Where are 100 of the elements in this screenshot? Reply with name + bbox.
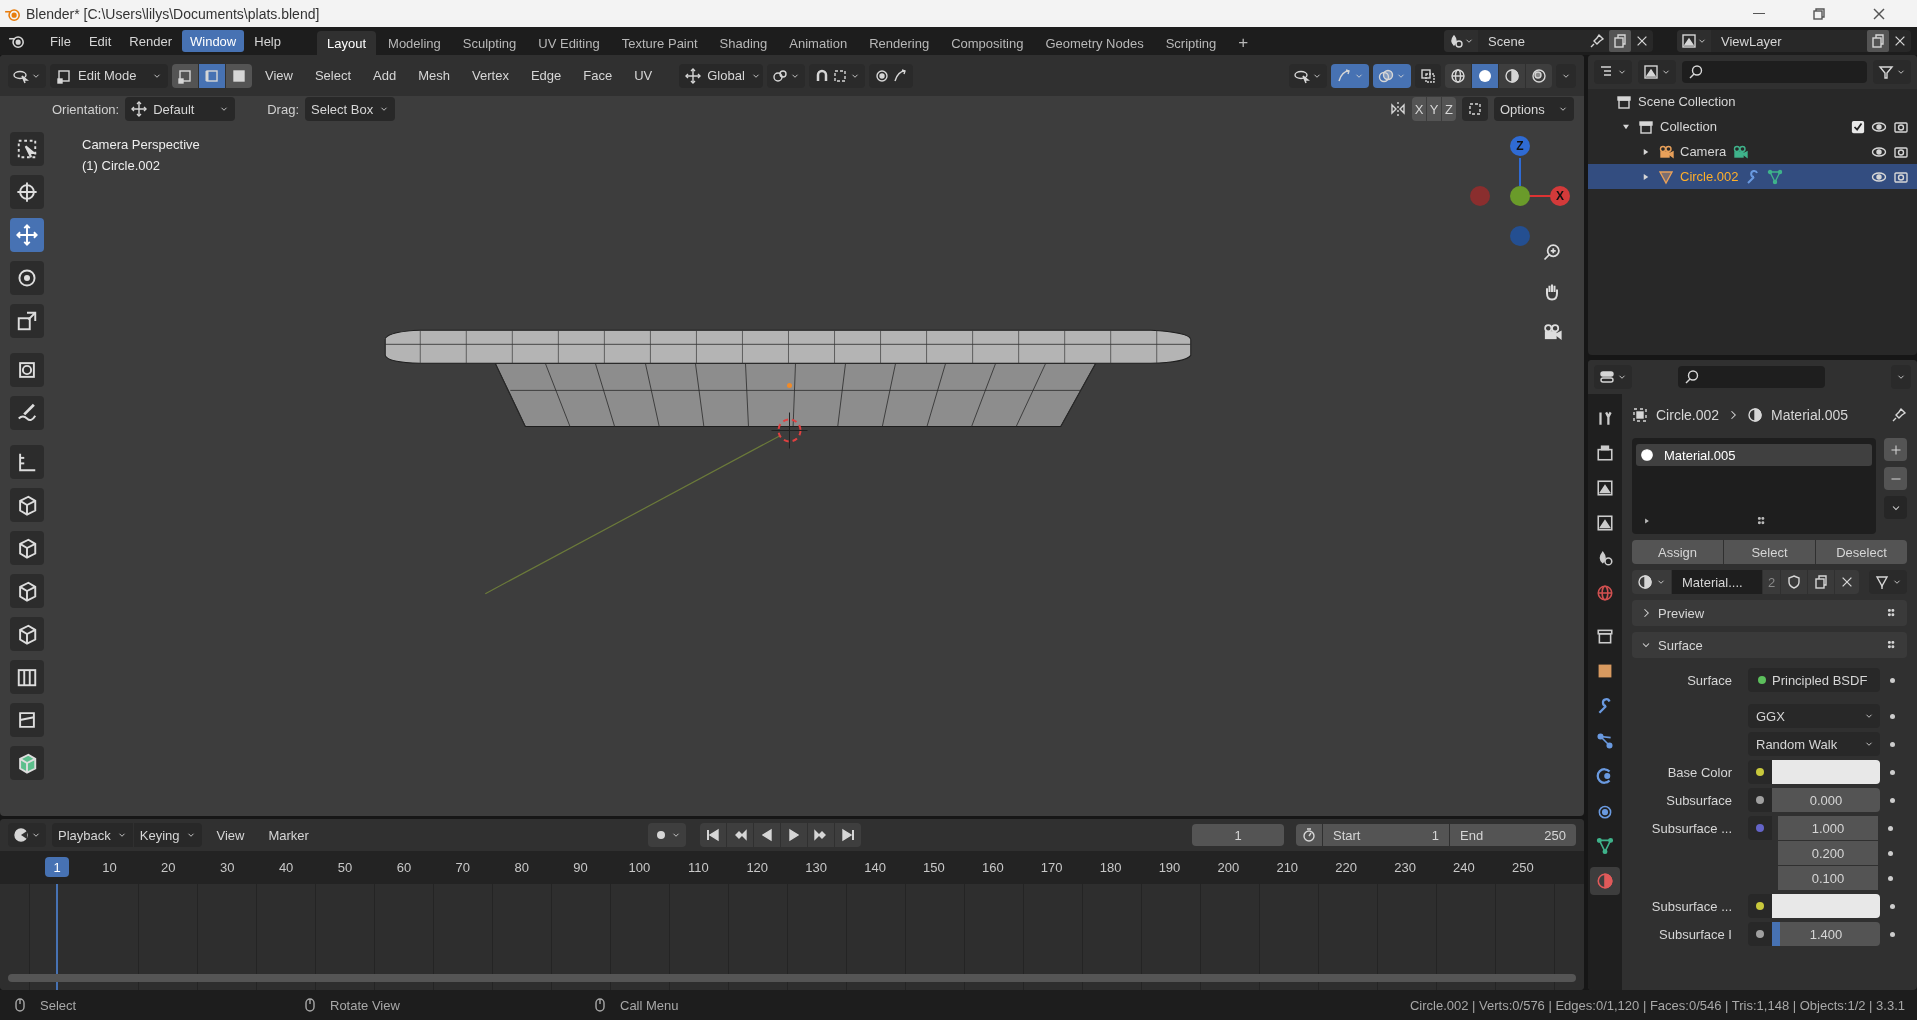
field-label: Subsurface I (1659, 926, 1732, 942)
field-label: Surface (1687, 672, 1732, 688)
dropdown-field[interactable]: GGX (1748, 704, 1880, 728)
frame-number: 20 (160, 860, 177, 875)
workspace-tab[interactable]: Texture Paint (611, 31, 708, 55)
tree-item[interactable]: Scene Collection (1638, 94, 1736, 109)
z-axis-handle[interactable]: Z (1510, 136, 1530, 156)
number-field[interactable]: 0.100 (1778, 866, 1878, 890)
menu-item[interactable]: Marker (259, 823, 318, 847)
shader-dropdown[interactable]: Principled BSDF (1748, 668, 1880, 692)
menu-item[interactable]: Edge (521, 63, 571, 88)
frame-number: 40 (277, 860, 295, 875)
dropdown-field[interactable]: Random Walk (1748, 732, 1880, 756)
frame-number: 150 (922, 860, 946, 875)
tree-item[interactable]: Collection (1660, 119, 1718, 134)
add-workspace-button[interactable]: + (1228, 31, 1259, 55)
orientation-label: Orientation: (52, 101, 120, 117)
menu-item[interactable]: Window (182, 30, 245, 52)
workspace-tab[interactable]: Compositing (941, 31, 1034, 55)
frame-number: 240 (1452, 860, 1476, 875)
menu-item[interactable]: Select (305, 63, 361, 88)
menu-item[interactable]: Face (574, 63, 622, 88)
menu-dropdown[interactable]: Playback (52, 823, 133, 847)
panel-header[interactable]: Surface (1632, 632, 1907, 658)
slot-action-button[interactable]: Select (1724, 540, 1815, 564)
drag-label: Drag: (267, 101, 299, 117)
workspace-tab[interactable]: Modeling (378, 31, 451, 55)
tree-item[interactable]: Camera (1680, 144, 1727, 159)
field-label: Subsurface (1666, 792, 1732, 808)
frame-number: 140 (863, 860, 887, 875)
viewport-info-text: Camera Perspective (82, 137, 200, 152)
field-label: Subsurface ... (1651, 898, 1732, 914)
workspace-tab[interactable]: Sculpting (452, 31, 527, 55)
slot-action-button[interactable]: Assign (1632, 540, 1723, 564)
start-label: Start (1333, 827, 1361, 843)
options-dropdown[interactable]: Options (1494, 97, 1574, 121)
menu-item[interactable]: File (42, 30, 79, 52)
menu-item[interactable]: Render (121, 30, 180, 52)
scene-selector[interactable]: Scene (1444, 30, 1653, 52)
number-field[interactable]: 0.200 (1778, 841, 1878, 865)
frame-number: 110 (687, 860, 710, 875)
transform-orientation-dropdown[interactable]: Default (125, 97, 236, 121)
frame-number: 250 (1510, 860, 1535, 875)
tree-item[interactable]: Circle.002 (1680, 169, 1739, 184)
workspace-tab[interactable]: Scripting (1155, 31, 1227, 55)
orientation-dropdown[interactable]: Global (679, 63, 764, 88)
view-layer-selector[interactable]: ViewLayer (1677, 30, 1911, 52)
number-field[interactable]: 1.000 (1778, 816, 1878, 840)
mode-dropdown[interactable]: Edit Mode (50, 63, 168, 88)
workspace-tab[interactable]: UV Editing (528, 31, 610, 55)
workspace-tab[interactable]: Animation (779, 31, 858, 55)
frame-number: 160 (980, 860, 1005, 875)
frame-number: 10 (101, 860, 118, 875)
workspace-tab[interactable]: Layout (317, 31, 377, 55)
field-label: Base Color (1667, 764, 1732, 780)
axis-toggle[interactable]: Z (1442, 97, 1456, 121)
frame-number: 120 (745, 860, 770, 875)
slider-field[interactable]: 1.400 (1772, 922, 1880, 946)
menu-dropdown[interactable]: Keying (133, 823, 202, 847)
workspace-tab[interactable]: Geometry Nodes (1035, 31, 1154, 55)
frame-number: 50 (336, 860, 354, 875)
number-field[interactable]: 0.000 (1772, 788, 1880, 812)
material-name-field[interactable]: Material.... (1672, 570, 1762, 594)
x-axis-handle[interactable]: X (1550, 186, 1570, 206)
slot-action-button[interactable]: Deselect (1816, 540, 1907, 564)
frame-number: 70 (454, 860, 471, 875)
playhead[interactable]: 1 (45, 857, 69, 877)
current-frame-field[interactable]: 1 (1192, 824, 1284, 846)
menu-item[interactable]: UV (625, 63, 662, 88)
menu-item[interactable]: View (256, 63, 302, 88)
axis-toggle[interactable]: X (1412, 97, 1426, 121)
window-title: Blender* [C:\Users\lilys\Documents\plats.blend] (26, 5, 320, 22)
frame-number: 90 (572, 860, 589, 875)
view-layer-name[interactable]: ViewLayer (1715, 33, 1863, 49)
menu-item[interactable]: Edit (80, 30, 120, 52)
frame-number: 200 (1216, 860, 1241, 875)
workspace-tab[interactable]: Shading (709, 31, 778, 55)
end-frame-field[interactable]: End 250 (1450, 824, 1576, 846)
end-label: End (1460, 827, 1484, 843)
axis-toggle[interactable]: Y (1427, 97, 1441, 121)
menu-item[interactable]: View (207, 823, 254, 847)
start-value: 1 (1431, 827, 1439, 843)
workspace-tab[interactable]: Rendering (859, 31, 940, 55)
frame-number: 60 (395, 860, 413, 875)
panel-header[interactable]: Preview (1632, 600, 1907, 626)
frame-number: 130 (804, 860, 828, 875)
field-label: Subsurface ... (1651, 820, 1732, 836)
menu-item[interactable]: Vertex (463, 63, 518, 88)
breadcrumb-item: Circle.002 (1656, 407, 1720, 423)
start-frame-field[interactable]: Start 1 (1323, 824, 1449, 846)
menu-item[interactable]: Help (246, 30, 289, 52)
scene-statistics: Circle.002 | Verts:0/576 | Edges:0/1,120 | Faces:0/546 | Tris:1,148 | Objects:1/2 | 3.3.1 (1409, 997, 1905, 1013)
hint-text: Select (40, 997, 77, 1013)
menu-item[interactable]: Add (364, 63, 406, 88)
frame-number: 170 (1039, 860, 1064, 875)
menu-item[interactable]: Mesh (409, 63, 460, 88)
drag-dropdown[interactable]: Select Box (305, 97, 396, 121)
viewport-info-text: (1) Circle.002 (82, 158, 162, 173)
scene-name[interactable]: Scene (1482, 33, 1585, 49)
material-slot[interactable]: Material.005 (1636, 444, 1872, 466)
